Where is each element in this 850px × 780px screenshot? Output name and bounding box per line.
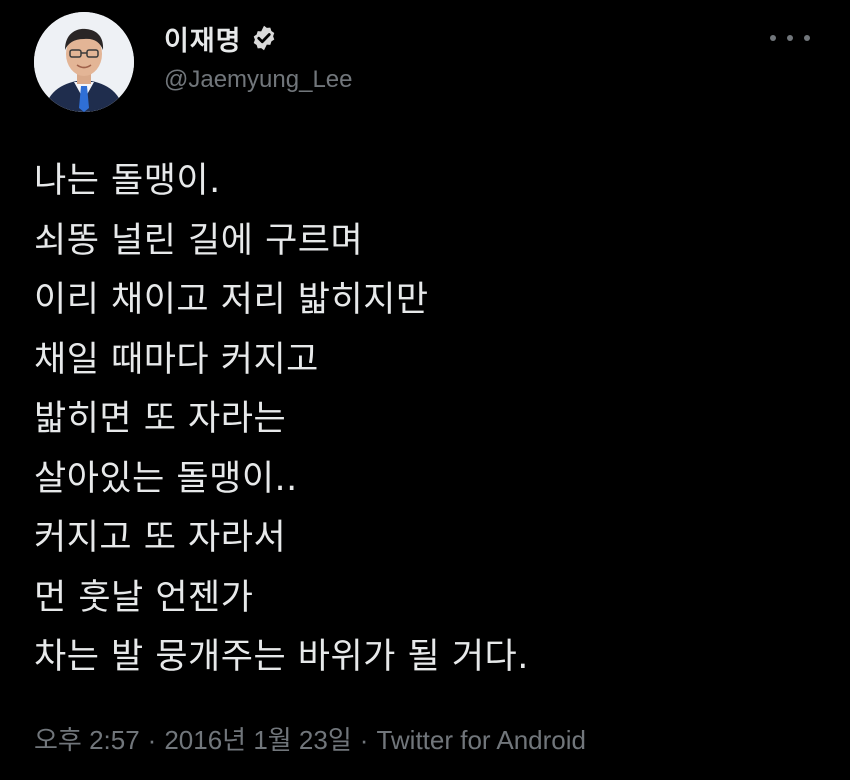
tweet-metadata: 오후 2:57 · 2016년 1월 23일 · Twitter for Android: [34, 720, 586, 757]
tweet-line: 차는 발 뭉개주는 바위가 될 거다.: [34, 637, 529, 677]
tweet-line: 채일 때마다 커지고: [34, 339, 319, 380]
avatar[interactable]: [34, 12, 134, 112]
profile-photo: [34, 12, 134, 112]
tweet-date[interactable]: 2016년 1월 23일: [164, 725, 351, 755]
display-name-row: 이재명: [164, 19, 352, 58]
tweet-line: 살아있는 돌맹이..: [34, 458, 298, 499]
tweet-line: 나는 돌맹이.: [34, 161, 221, 201]
more-dot: [787, 35, 793, 41]
tweet: 이재명 @Jaemyung_Lee 나는 돌맹이. 쇠똥 널린 길에 구르며 이…: [0, 0, 850, 780]
more-options-icon[interactable]: [770, 28, 810, 48]
more-dot: [804, 35, 810, 41]
tweet-header: 이재명 @Jaemyung_Lee: [34, 12, 824, 112]
tweet-source[interactable]: Twitter for Android: [376, 725, 586, 755]
tweet-line: 쇠똥 널린 길에 구르며: [34, 220, 364, 261]
user-names: 이재명 @Jaemyung_Lee: [164, 20, 352, 94]
verified-badge-icon: [253, 25, 274, 51]
separator: ·: [359, 725, 369, 755]
separator: ·: [147, 725, 157, 755]
tweet-line: 밟히면 또 자라는: [34, 399, 287, 439]
more-dot: [770, 35, 776, 41]
display-name[interactable]: 이재명: [164, 19, 242, 58]
tweet-time[interactable]: 오후 2:57: [34, 725, 140, 755]
user-handle[interactable]: @Jaemyung_Lee: [164, 66, 352, 94]
tweet-line: 이리 채이고 저리 밟히지만: [34, 280, 429, 320]
tweet-line: 커지고 또 자라서: [34, 518, 287, 558]
tweet-text: 나는 돌맹이. 쇠똥 널린 길에 구르며 이리 채이고 저리 밟히지만 채일 때…: [34, 152, 824, 688]
tweet-line: 먼 훗날 언젠가: [34, 577, 254, 618]
